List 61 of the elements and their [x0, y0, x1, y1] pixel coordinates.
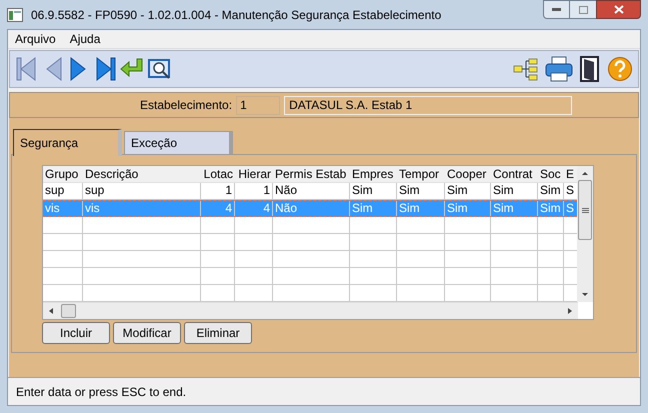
column-header[interactable]: Grupo [43, 166, 83, 182]
column-header[interactable]: Hierar [235, 166, 273, 182]
table-cell: Sim [397, 183, 445, 199]
maximize-button[interactable] [570, 0, 596, 19]
table-cell: sup [43, 183, 83, 199]
table-cell: sup [83, 183, 201, 199]
column-header[interactable]: Lotac [201, 166, 235, 182]
name-field: DATASUL S.A. Estab 1 [284, 96, 572, 114]
exit-door-icon[interactable] [579, 55, 601, 83]
hierarchy-icon[interactable] [513, 57, 539, 81]
maximize-icon [578, 6, 588, 14]
column-header[interactable]: E [564, 166, 578, 182]
table-cell: 4 [235, 201, 273, 216]
printer-icon[interactable] [545, 56, 573, 82]
field-label: Estabelecimento: [140, 97, 232, 114]
scroll-right-icon[interactable] [566, 307, 574, 315]
vertical-scrollbar[interactable] [577, 166, 593, 302]
action-button[interactable]: Modificar [113, 322, 181, 344]
column-header[interactable]: Tempor [397, 166, 445, 182]
table-cell: 1 [235, 183, 273, 199]
menu-item[interactable]: Arquivo [15, 30, 56, 48]
table-cell: Não [273, 183, 350, 199]
menu-item[interactable]: Ajuda [70, 30, 100, 48]
table-cell: vis [43, 201, 83, 216]
scrollbar-thumb[interactable] [61, 304, 76, 318]
table-cell: Sim [491, 183, 538, 199]
scrollbar-thumb[interactable] [578, 180, 592, 240]
table-cell: Sim [350, 183, 397, 199]
tab[interactable]: Exceção [124, 131, 233, 154]
close-icon [614, 5, 624, 14]
column-header[interactable]: Descrição [83, 166, 201, 182]
table-cell: Sim [350, 201, 397, 216]
help-icon[interactable] [607, 56, 633, 82]
app-icon [7, 8, 23, 22]
window-title: 06.9.5582 - FP0590 - 1.02.01.004 - Manutenção Segurança Estabelecimento [31, 6, 442, 24]
table-cell: 4 [201, 201, 235, 216]
horizontal-scrollbar[interactable] [43, 302, 578, 319]
action-button[interactable]: Eliminar [184, 322, 252, 344]
column-header[interactable]: Cooper [445, 166, 491, 182]
column-header[interactable]: Contrat [491, 166, 538, 182]
column-header[interactable]: Empres [350, 166, 397, 182]
status-text: Enter data or press ESC to end. [16, 384, 186, 400]
table-cell: Sim [538, 201, 564, 216]
grip-icon [582, 208, 589, 212]
table-cell: Sim [445, 201, 491, 216]
minimize-button[interactable] [543, 0, 570, 19]
close-button[interactable] [596, 0, 641, 19]
table-cell: Sim [491, 201, 538, 216]
action-button[interactable]: Incluir [42, 322, 110, 344]
table-cell: 1 [201, 183, 235, 199]
tab[interactable]: Segurança [13, 129, 122, 156]
scroll-left-icon[interactable] [47, 307, 55, 315]
table-cell: Sim [397, 201, 445, 216]
table-cell: Sim [538, 183, 564, 199]
table-cell: Sim [445, 183, 491, 199]
column-header[interactable]: Soc [538, 166, 564, 182]
column-header[interactable]: Permis Estab [273, 166, 350, 182]
table-cell: Não [273, 201, 350, 216]
code-field: 1 [236, 96, 280, 114]
table-cell: vis [83, 201, 201, 216]
minimize-icon [552, 8, 561, 11]
